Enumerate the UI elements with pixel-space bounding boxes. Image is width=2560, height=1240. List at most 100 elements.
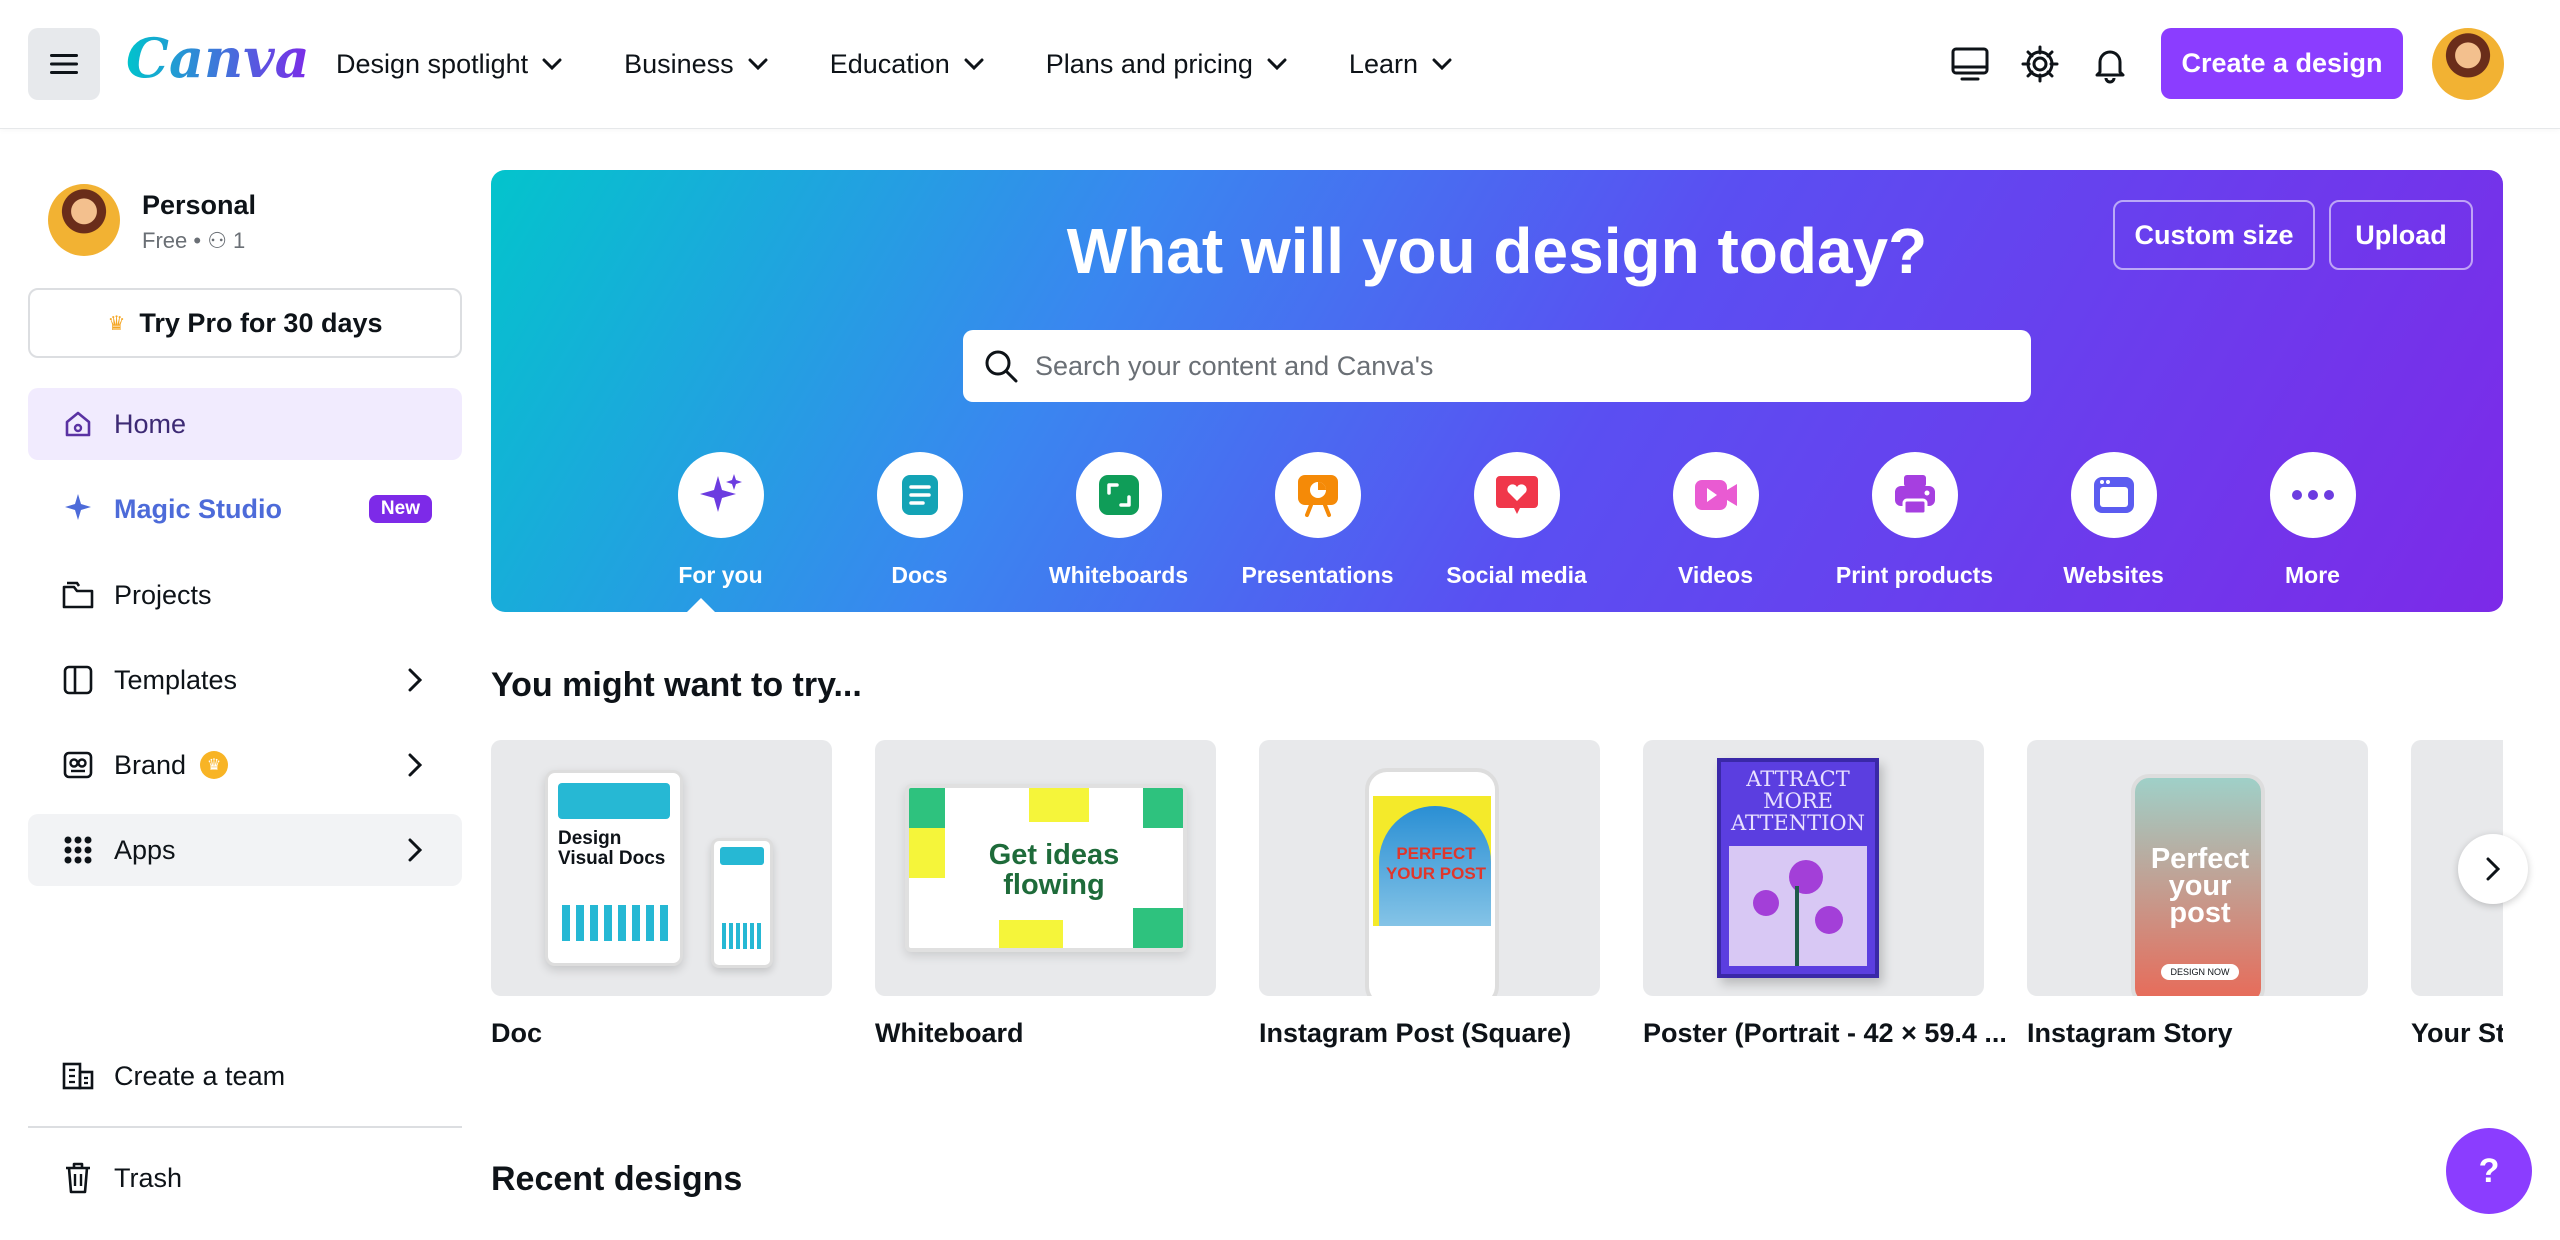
doc-thumbnail: Design Visual Docs [491,740,832,996]
building-icon [60,1058,96,1094]
category-icon-circle [1672,452,1759,538]
sidebar-item-projects[interactable]: Projects [28,559,462,631]
upload-button[interactable]: Upload [2329,200,2473,270]
help-button[interactable]: ? [2446,1128,2532,1214]
category-label: Print products [1835,562,1994,588]
sidebar-item-templates[interactable]: Templates [28,644,462,716]
sidebar-item-label: Home [114,408,187,439]
doc-icon [901,475,938,515]
sidebar-item-magic-studio[interactable]: Magic Studio New [28,473,462,545]
printer-icon [1894,475,1935,516]
sidebar-item-label: Brand [114,749,187,780]
chevron-down-icon [1432,58,1452,70]
gear-icon[interactable] [2020,44,2060,84]
category-docs[interactable]: Docs [820,452,1019,589]
category-icon-circle [1274,452,1361,538]
category-presentations[interactable]: Presentations [1218,452,1417,589]
crown-icon: ♛ [107,312,126,335]
chevron-right-icon [408,838,422,862]
recent-designs-title: Recent designs [491,1160,743,1198]
canva-logo[interactable]: Canva [126,26,310,90]
suggestion-card-instagram-post[interactable]: PERFECT YOUR POST Instagram Post (Square… [1259,740,1600,1049]
sidebar: Personal Free • ⚇ 1 ♛ Try Pro for 30 days… [0,128,490,1240]
template-icon [60,662,96,698]
create-team-label: Create a team [114,1060,286,1091]
profile-plan: Free • ⚇ 1 [142,228,246,253]
sidebar-item-label: Templates [114,664,238,695]
desktop-icon[interactable] [1950,44,1990,84]
suggestion-card-poster[interactable]: ATTRACT MORE ATTENTION Poster (Portrait … [1643,740,2007,1049]
chevron-right-icon [408,753,422,777]
category-for-you[interactable]: For you [621,452,820,589]
sidebar-item-home[interactable]: Home [28,388,462,460]
doc-thumb-title: Design Visual Docs [558,828,666,869]
trash-icon [60,1160,96,1196]
sidebar-item-brand[interactable]: Brand ♛ [28,729,462,801]
nav-business[interactable]: Business [624,49,768,80]
instagram-post-thumbnail: PERFECT YOUR POST [1259,740,1600,996]
story-thumb-title: Perfect your post [2150,843,2250,929]
top-bar: Canva Design spotlight Business Educatio… [0,0,2560,128]
apps-grid-icon [60,832,96,868]
nav-plans-pricing[interactable]: Plans and pricing [1046,49,1287,80]
category-label: Social media [1446,562,1587,588]
category-label: Docs [891,562,948,588]
member-count: 1 [233,228,246,253]
chevron-down-icon [1267,58,1287,70]
create-design-button[interactable]: Create a design [2161,28,2403,99]
create-team-button[interactable]: Create a team [28,1040,462,1112]
sidebar-item-label: Magic Studio [114,493,282,524]
suggestion-card-doc[interactable]: Design Visual Docs Doc [491,740,832,1049]
avatar[interactable] [2432,28,2504,100]
menu-button[interactable] [28,28,100,100]
hamburger-icon [50,54,78,74]
try-pro-label: Try Pro for 30 days [139,307,383,338]
trash-label: Trash [114,1162,183,1193]
website-icon [2093,477,2134,513]
chevron-down-icon [964,58,984,70]
category-label: For you [678,562,763,588]
sidebar-item-label: Apps [114,834,176,865]
category-icon-circle [1871,452,1958,538]
category-print-products[interactable]: Print products [1815,452,2014,589]
category-icon-circle [677,452,764,538]
category-icon-circle [876,452,963,538]
category-icon-circle [1473,452,1560,538]
plan-label: Free [142,228,188,253]
card-label: Your Sto [2411,1018,2503,1048]
category-whiteboards[interactable]: Whiteboards [1019,452,1218,589]
main-nav: Design spotlight Business Education Plan… [336,0,1514,128]
nav-label: Design spotlight [336,48,529,79]
category-social-media[interactable]: Social media [1417,452,1616,589]
custom-size-button[interactable]: Custom size [2113,200,2315,270]
suggestions-title: You might want to try... [491,666,862,704]
nav-design-spotlight[interactable]: Design spotlight [336,49,562,80]
carousel-next-button[interactable] [2458,834,2528,904]
category-icon-circle [2269,452,2356,538]
category-more[interactable]: More [2213,452,2412,589]
sidebar-item-label: Projects [114,579,212,610]
suggestion-card-instagram-story[interactable]: Perfect your post DESIGN NOW Instagram S… [2027,740,2368,1049]
category-videos[interactable]: Videos [1616,452,1815,589]
selected-category-pointer [687,598,715,612]
sidebar-item-apps[interactable]: Apps [28,814,462,886]
story-design-now-button: DESIGN NOW [2161,964,2239,980]
category-label: Presentations [1241,562,1394,588]
nav-learn[interactable]: Learn [1349,49,1452,80]
sidebar-item-trash[interactable]: Trash [28,1142,462,1214]
hero-banner: What will you design today? Custom size … [491,170,2503,612]
category-websites[interactable]: Websites [2014,452,2213,589]
try-pro-button[interactable]: ♛ Try Pro for 30 days [28,288,462,358]
profile-avatar[interactable] [48,184,120,256]
card-label: Doc [491,1018,543,1048]
bell-icon[interactable] [2090,44,2130,84]
suggestion-card-whiteboard[interactable]: Get ideas flowing Whiteboard [875,740,1216,1049]
nav-education[interactable]: Education [830,49,984,80]
profile-name[interactable]: Personal [142,190,256,221]
video-icon [1694,480,1737,510]
category-icon-circle [2070,452,2157,538]
search-input[interactable] [1035,350,1995,382]
card-label: Whiteboard [875,1018,1024,1048]
card-label: Instagram Post (Square) [1259,1018,1572,1048]
category-label: Videos [1678,562,1753,588]
